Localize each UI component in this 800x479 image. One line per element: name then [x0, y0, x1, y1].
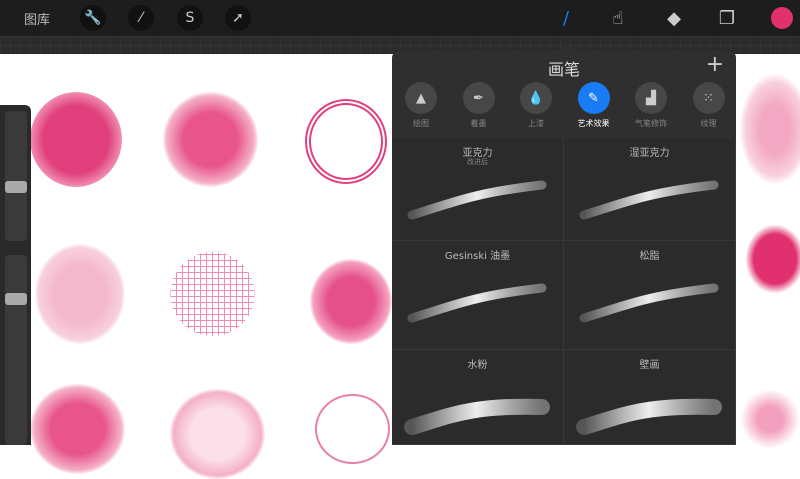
category-icon: ⁙ [692, 82, 725, 114]
opacity-slider[interactable] [5, 255, 27, 445]
brush-stroke-preview [407, 283, 547, 323]
brush-category[interactable]: ▲ 绘图 [396, 82, 446, 129]
brush-name: 松脂 [639, 251, 660, 262]
eraser-icon[interactable]: ◆ [660, 4, 688, 32]
brush-list[interactable]: 亚克力 改进后 湿亚克力 Gesinski 油墨 松脂水粉 壁画 [392, 138, 736, 445]
color-picker-button[interactable] [771, 7, 793, 29]
paint-swatch [170, 251, 255, 337]
brush-item[interactable]: 松脂 [564, 241, 736, 350]
category-icon: ✎ [577, 82, 610, 114]
paint-swatch [745, 224, 800, 294]
brush-category[interactable]: ▟ 气笔修饰 [626, 82, 676, 129]
paint-swatch [30, 384, 125, 474]
category-label: 纹理 [700, 119, 717, 128]
paint-swatch [740, 389, 800, 449]
brush-size-slider[interactable] [5, 111, 27, 241]
top-toolbar: 图库 🔧 ⁄ S ➚ / ☝ ◆ ❐ [0, 0, 800, 36]
slider-knob[interactable] [5, 181, 27, 193]
magic-wand-icon[interactable]: ⁄ [128, 5, 154, 31]
brush-category[interactable]: 💧 上漆 [511, 82, 561, 129]
selection-icon[interactable]: S [177, 5, 203, 31]
brush-item[interactable]: 亚克力 改进后 [392, 138, 564, 241]
panel-title: 画笔 [547, 60, 580, 79]
brush-name: 壁画 [639, 360, 660, 371]
brush-stroke-preview [579, 180, 719, 220]
paint-swatch [170, 389, 265, 479]
category-icon: ▟ [635, 82, 667, 114]
gallery-button[interactable]: 图库 [24, 9, 50, 28]
brush-item[interactable]: 壁画 [564, 350, 736, 445]
paint-swatch [35, 244, 125, 344]
brush-item[interactable]: 湿亚克力 [564, 138, 736, 241]
brush-icon[interactable]: / [552, 4, 580, 32]
category-label: 艺术效果 [577, 119, 610, 128]
brush-name: 湿亚克力 [629, 148, 670, 159]
paint-swatch [310, 259, 392, 344]
category-label: 着墨 [470, 119, 487, 128]
layers-icon[interactable]: ❐ [713, 4, 741, 32]
left-sidebar [0, 105, 31, 445]
paint-swatch [740, 74, 800, 184]
brush-stroke-preview [407, 180, 547, 220]
transform-arrow-icon[interactable]: ➚ [225, 5, 251, 31]
category-label: 绘图 [413, 119, 429, 128]
brush-item[interactable]: Gesinski 油墨 [392, 241, 564, 350]
category-label: 上漆 [528, 119, 544, 128]
brush-library-panel: 画笔 + ▲ 绘图 ✒ 着墨 💧 上漆 ✎ 艺术效果 ▟ 气笔修饰 ⁙ 纹理 亚克力 改进后 湿亚克力 Ge… [392, 50, 736, 445]
brush-stroke-preview [576, 398, 722, 435]
category-icon: 💧 [520, 82, 552, 114]
category-icon: ✒ [462, 82, 495, 114]
paint-swatch [305, 99, 387, 184]
add-brush-button[interactable]: + [706, 52, 724, 77]
brush-item[interactable]: 水粉 [392, 350, 564, 445]
brush-category[interactable]: ✎ 艺术效果 [569, 82, 619, 129]
brush-name: 水粉 [467, 360, 488, 371]
paint-swatch [30, 92, 122, 187]
wrench-icon[interactable]: 🔧 [80, 5, 106, 31]
paint-swatch [315, 394, 390, 464]
brush-category[interactable]: ⁙ 纹理 [684, 82, 734, 129]
brush-stroke-preview [579, 283, 719, 323]
category-label: 气笔修饰 [635, 119, 667, 128]
slider-knob[interactable] [5, 293, 27, 305]
brush-category[interactable]: ✒ 着墨 [454, 82, 504, 129]
brush-name: Gesinski 油墨 [444, 251, 511, 262]
smudge-icon[interactable]: ☝ [604, 4, 632, 32]
brush-stroke-preview [404, 398, 550, 435]
paint-swatch [163, 92, 258, 187]
category-icon: ▲ [405, 82, 437, 114]
